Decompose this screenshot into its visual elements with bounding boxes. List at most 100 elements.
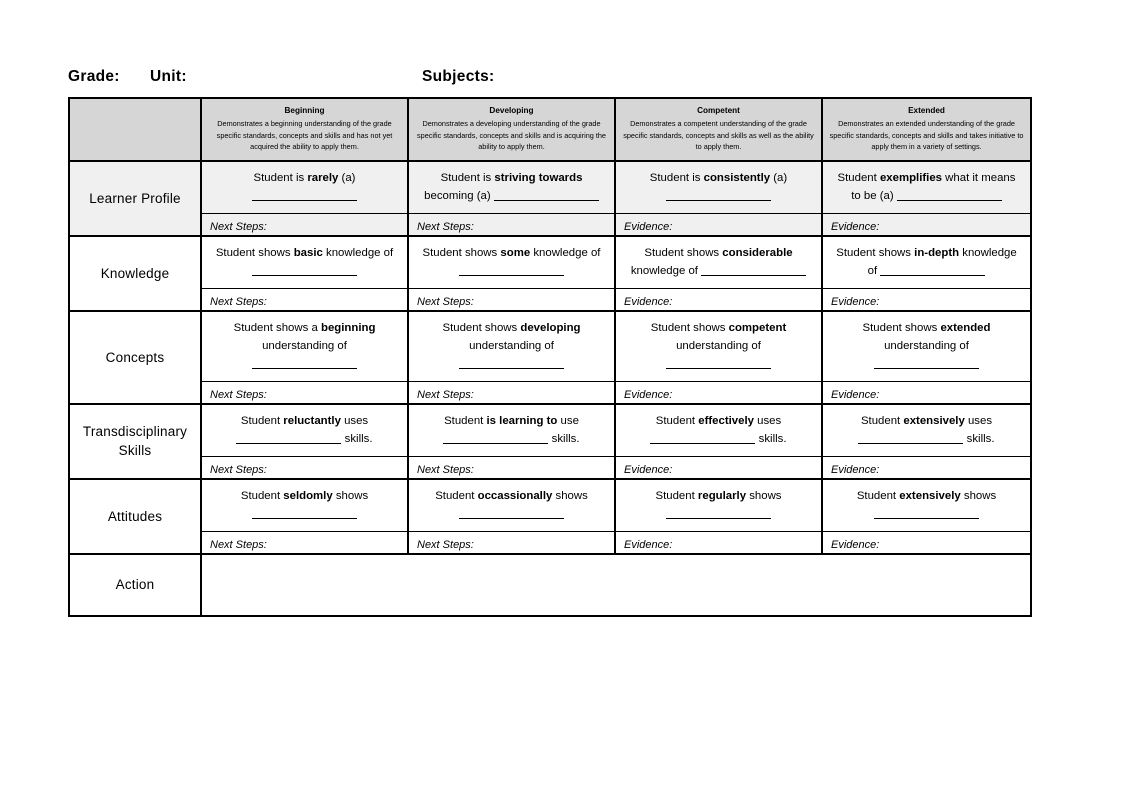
descriptor-keyword: reluctantly [283, 414, 341, 427]
fill-in-blank[interactable] [252, 506, 357, 519]
rubric-cell[interactable]: Student extensively shows Evidence: [821, 477, 1032, 555]
rubric-cell[interactable]: Student shows competent understanding of… [614, 309, 823, 405]
fill-in-blank[interactable] [896, 188, 1002, 201]
notes-area[interactable]: Evidence: [823, 457, 1030, 478]
rubric-cell[interactable]: Student reluctantly uses skills. Next Ste… [200, 402, 409, 480]
rubric-cell[interactable]: Student exemplifies what it means to be … [821, 159, 1032, 237]
descriptor-keyword: considerable [722, 246, 793, 259]
fill-in-blank[interactable] [874, 506, 979, 519]
rubric-cell[interactable]: Student shows a beginning understanding … [200, 309, 409, 405]
fill-in-blank[interactable] [252, 188, 357, 201]
rubric-cell[interactable]: Student is learning to use skills. Next S… [407, 402, 616, 480]
descriptor-statement: Student is learning to use skills. [409, 405, 614, 457]
band-title: Extended [908, 106, 945, 115]
notes-area[interactable]: Evidence: [823, 213, 1030, 235]
fill-in-blank[interactable] [252, 263, 357, 276]
rubric-cell[interactable]: Student occassionally shows Next Steps: [407, 477, 616, 555]
rubric-cell[interactable]: Student shows developing understanding o… [407, 309, 616, 405]
fill-in-blank[interactable] [880, 263, 986, 276]
rubric-cell[interactable]: Student is striving towards becoming (a)… [407, 159, 616, 237]
fill-in-blank[interactable] [650, 431, 756, 444]
descriptor-keyword: some [500, 246, 531, 259]
rubric-cell[interactable]: Student extensively uses skills. Evidence… [821, 402, 1032, 480]
fill-in-blank[interactable] [666, 356, 771, 369]
descriptor-keyword: consistently [703, 171, 771, 184]
notes-area[interactable]: Evidence: [823, 289, 1030, 310]
rubric-cell[interactable]: Student shows considerable knowledge of … [614, 234, 823, 312]
action-entry-area[interactable] [200, 552, 1032, 617]
notes-area[interactable]: Evidence: [616, 532, 821, 553]
descriptor-statement: Student reluctantly uses skills. [202, 405, 407, 457]
notes-area[interactable]: Evidence: [616, 213, 821, 235]
notes-area[interactable]: Evidence: [823, 382, 1030, 403]
descriptor-statement: Student shows developing understanding o… [409, 312, 614, 382]
notes-area[interactable]: Evidence: [616, 457, 821, 478]
cell-split: Student is rarely (a) Next Steps: [202, 161, 407, 235]
fill-in-blank[interactable] [459, 356, 564, 369]
notes-area[interactable]: Next Steps: [409, 382, 614, 403]
descriptor-statement: Student is striving towards becoming (a) [409, 161, 614, 214]
rubric-cell[interactable]: Student effectively uses skills. Evidence… [614, 402, 823, 480]
cell-split: Student shows considerable knowledge of … [616, 237, 821, 310]
cell-split: Student effectively uses skills. Evidence… [616, 405, 821, 478]
fill-in-blank[interactable] [252, 356, 357, 369]
criterion-row: Knowledge Student shows basic knowledge o… [68, 234, 1032, 312]
rubric-cell[interactable]: Student is consistently (a) Evidence: [614, 159, 823, 237]
rubric-cell[interactable]: Student is rarely (a) Next Steps: [200, 159, 409, 237]
rubric-cell[interactable]: Student shows basic knowledge of Next St… [200, 234, 409, 312]
cell-split: Student is learning to use skills. Next S… [409, 405, 614, 478]
fill-in-blank[interactable] [443, 431, 549, 444]
criterion-row: Attitudes Student seldomly shows Next Ste… [68, 477, 1032, 555]
fill-in-blank[interactable] [701, 263, 807, 276]
cell-split: Student shows basic knowledge of Next St… [202, 237, 407, 310]
descriptor-keyword: beginning [320, 321, 376, 334]
descriptor-statement: Student extensively uses skills. [823, 405, 1030, 457]
fill-in-blank[interactable] [236, 431, 342, 444]
fill-in-blank[interactable] [459, 506, 564, 519]
notes-area[interactable]: Next Steps: [409, 289, 614, 310]
notes-area[interactable]: Next Steps: [202, 213, 407, 235]
descriptor-keyword: seldomly [283, 489, 333, 502]
descriptor-statement: Student seldomly shows [202, 480, 407, 532]
notes-area[interactable]: Next Steps: [202, 382, 407, 403]
band-description: Demonstrates an extended understanding o… [829, 119, 1024, 151]
notes-area[interactable]: Next Steps: [202, 457, 407, 478]
notes-area[interactable]: Next Steps: [409, 213, 614, 235]
rubric-cell[interactable]: Student shows some knowledge of Next Ste… [407, 234, 616, 312]
notes-area[interactable]: Next Steps: [202, 532, 407, 553]
notes-area[interactable]: Next Steps: [409, 532, 614, 553]
notes-area[interactable]: Next Steps: [409, 457, 614, 478]
notes-area[interactable]: Evidence: [616, 289, 821, 310]
fill-in-blank[interactable] [874, 356, 979, 369]
descriptor-keyword: competent [728, 321, 787, 334]
criterion-label-action: Action [68, 552, 202, 617]
descriptor-keyword: occassionally [477, 489, 553, 502]
cell-split: Student shows a beginning understanding … [202, 312, 407, 403]
rubric-cell[interactable]: Student regularly shows Evidence: [614, 477, 823, 555]
rubric-cell[interactable]: Student seldomly shows Next Steps: [200, 477, 409, 555]
unit-label: Unit: [150, 68, 187, 85]
cell-split: Student regularly shows Evidence: [616, 480, 821, 553]
descriptor-statement: Student is consistently (a) [616, 161, 821, 214]
descriptor-statement: Student shows in-depth knowledge of [823, 237, 1030, 289]
band-title: Beginning [284, 106, 325, 115]
cell-split: Student shows competent understanding of… [616, 312, 821, 403]
fill-in-blank[interactable] [493, 188, 599, 201]
notes-area[interactable]: Evidence: [823, 532, 1030, 553]
fill-in-blank[interactable] [858, 431, 964, 444]
descriptor-keyword: extensively [899, 489, 961, 502]
cell-split: Student shows developing understanding o… [409, 312, 614, 403]
rubric-cell[interactable]: Student shows extended understanding of … [821, 309, 1032, 405]
band-title: Developing [489, 106, 534, 115]
fill-in-blank[interactable] [666, 188, 771, 201]
cell-split: Student shows extended understanding of … [823, 312, 1030, 403]
fill-in-blank[interactable] [666, 506, 771, 519]
grade-label: Grade: [68, 68, 120, 85]
notes-area[interactable]: Evidence: [616, 382, 821, 403]
rubric-cell[interactable]: Student shows in-depth knowledge of Evid… [821, 234, 1032, 312]
criterion-label-transdisciplinary-skills: Transdisciplinary Skills [68, 402, 202, 480]
notes-area[interactable]: Next Steps: [202, 289, 407, 310]
fill-in-blank[interactable] [459, 263, 564, 276]
cell-split: Student reluctantly uses skills. Next Ste… [202, 405, 407, 478]
descriptor-keyword: exemplifies [879, 171, 943, 184]
